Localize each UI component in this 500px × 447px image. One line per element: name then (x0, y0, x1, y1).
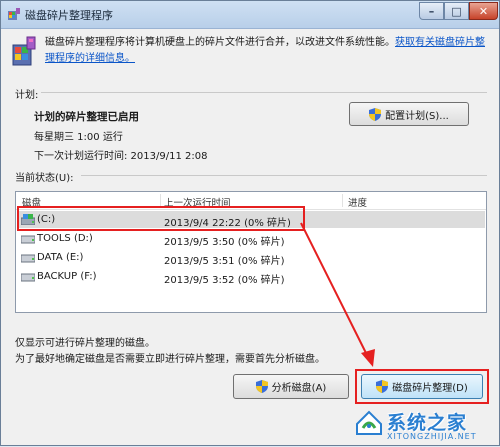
close-button[interactable]: ✕ (469, 2, 498, 20)
schedule-next-run: 下一次计划运行时间: 2013/9/11 2:08 (34, 151, 208, 162)
window-title: 磁盘碎片整理程序 (25, 9, 113, 22)
uac-shield-icon (255, 380, 268, 393)
minimize-button[interactable]: – (419, 2, 444, 20)
maximize-button[interactable]: □ (444, 2, 469, 20)
disk-name: BACKUP (F:) (37, 271, 97, 282)
intro-description: 磁盘碎片整理程序将计算机硬盘上的碎片文件进行合并，以改进文件系统性能。 (45, 37, 395, 48)
schedule-status: 计划的碎片整理已启用 (34, 111, 139, 123)
analyze-disk-button[interactable]: 分析磁盘(A) (233, 374, 349, 399)
annotation-highlight-c-drive (17, 206, 305, 231)
disk-name: TOOLS (D:) (37, 233, 93, 244)
disk-last-run: 2013/9/5 3:50 (0% 碎片) (164, 237, 285, 248)
defrag-large-icon (12, 36, 36, 66)
watermark-logo-icon (356, 410, 382, 435)
column-header-progress[interactable]: 进度 (348, 195, 367, 209)
schedule-divider (41, 92, 487, 93)
defrag-window: 磁盘碎片整理程序 – □ ✕ 磁盘碎片整理程序将计算机硬盘上的碎片文件进行合并，… (0, 0, 500, 446)
disk-last-run: 2013/9/5 3:52 (0% 碎片) (164, 275, 285, 286)
watermark-subtitle: XITONGZHIJIA.NET (387, 432, 477, 441)
hard-drive-icon (21, 235, 35, 244)
annotation-highlight-defrag-button (355, 369, 489, 404)
minimize-icon: – (428, 4, 435, 18)
analyze-disk-label: 分析磁盘(A) (271, 383, 327, 394)
status-divider (81, 175, 487, 176)
disk-name: DATA (E:) (37, 252, 84, 263)
site-watermark: 系统之家 XITONGZHIJIA.NET (347, 402, 497, 444)
configure-schedule-label: 配置计划(S)... (385, 110, 449, 122)
schedule-section-label: 计划: (15, 90, 39, 101)
title-bar: 磁盘碎片整理程序 – □ ✕ (1, 1, 499, 29)
disk-row-d[interactable]: TOOLS (D:) 2013/9/5 3:50 (0% 碎片) (17, 230, 485, 248)
defrag-app-icon (8, 8, 20, 20)
configure-schedule-button[interactable]: 配置计划(S)... (349, 102, 469, 126)
hard-drive-icon (21, 273, 35, 282)
close-icon: ✕ (478, 4, 489, 18)
disk-row-f[interactable]: BACKUP (F:) 2013/9/5 3:52 (0% 碎片) (17, 268, 485, 286)
current-status-label: 当前状态(U): (15, 173, 74, 184)
watermark-title: 系统之家 (387, 412, 468, 434)
disk-row-e[interactable]: DATA (E:) 2013/9/5 3:51 (0% 碎片) (17, 249, 485, 267)
schedule-run-time: 每星期三 1:00 运行 (34, 132, 123, 143)
uac-shield-icon (369, 107, 382, 121)
note-line-2: 为了最好地确定磁盘是否需要立即进行碎片整理，需要首先分析磁盘。 (15, 354, 325, 365)
maximize-icon: □ (451, 4, 462, 18)
hard-drive-icon (21, 254, 35, 263)
disk-last-run: 2013/9/5 3:51 (0% 碎片) (164, 256, 285, 267)
intro-text: 磁盘碎片整理程序将计算机硬盘上的碎片文件进行合并，以改进文件系统性能。获取有关磁… (45, 35, 491, 67)
note-line-1: 仅显示可进行碎片整理的磁盘。 (15, 338, 155, 349)
